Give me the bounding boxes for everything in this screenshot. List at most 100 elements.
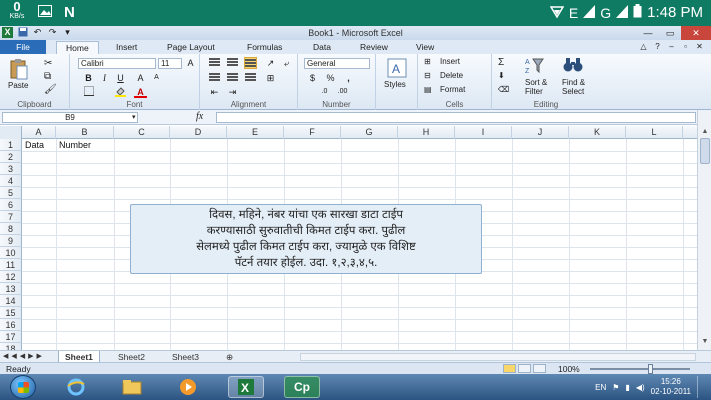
orientation-icon[interactable]: ↗ — [264, 57, 277, 69]
row-header-18[interactable]: 18 — [0, 343, 22, 350]
tab-data[interactable]: Data — [313, 41, 331, 54]
captivate-taskbar-button[interactable]: Cp — [284, 376, 320, 398]
increase-indent-icon[interactable]: ⇥ — [226, 86, 239, 98]
grow-font-icon[interactable]: A — [184, 57, 197, 69]
align-top-icon[interactable] — [208, 57, 221, 69]
font-name-combo[interactable]: Calibri — [78, 58, 156, 69]
normal-view-button[interactable] — [503, 364, 516, 373]
decrease-decimal-icon[interactable]: .00 — [336, 86, 349, 98]
close-button[interactable]: ✕ — [681, 26, 711, 40]
merge-center-icon[interactable]: ⊞ — [264, 72, 277, 84]
minimize-ribbon-icon[interactable]: △ — [638, 41, 649, 52]
page-layout-view-button[interactable] — [518, 364, 531, 373]
borders-icon[interactable] — [82, 86, 95, 98]
column-header-a[interactable]: A — [22, 126, 56, 139]
align-bottom-icon[interactable] — [244, 57, 257, 69]
tab-file[interactable]: File — [0, 40, 46, 54]
column-header-i[interactable]: I — [455, 126, 512, 139]
vertical-scroll-thumb[interactable] — [700, 138, 710, 164]
tab-formulas[interactable]: Formulas — [247, 41, 282, 54]
column-header-b[interactable]: B — [56, 126, 114, 139]
row-header-7[interactable]: 7 — [0, 211, 22, 223]
autosum-icon[interactable]: Σ — [498, 57, 504, 68]
font-color-icon[interactable]: A — [134, 86, 147, 98]
column-header-h[interactable]: H — [398, 126, 455, 139]
cut-icon[interactable]: ✂ — [44, 58, 52, 69]
row-header-10[interactable]: 10 — [0, 247, 22, 259]
row-header-16[interactable]: 16 — [0, 319, 22, 331]
horizontal-scrollbar[interactable] — [300, 353, 696, 361]
row-header-12[interactable]: 12 — [0, 271, 22, 283]
ie-icon[interactable] — [58, 376, 94, 398]
column-header-c[interactable]: C — [114, 126, 170, 139]
row-header-4[interactable]: 4 — [0, 175, 22, 187]
doc-close-icon[interactable]: ✕ — [694, 41, 705, 52]
zoom-slider-knob[interactable] — [648, 364, 653, 374]
column-header-j[interactable]: J — [512, 126, 569, 139]
clear-icon[interactable]: ⌫ — [498, 85, 509, 94]
row-header-6[interactable]: 6 — [0, 199, 22, 211]
taskbar-clock[interactable]: 15:26 02-10-2011 — [651, 377, 691, 397]
column-header-e[interactable]: E — [227, 126, 284, 139]
page-break-view-button[interactable] — [533, 364, 546, 373]
format-painter-icon[interactable]: 🖌 — [44, 84, 57, 95]
scroll-up-arrow-icon[interactable]: ▲ — [699, 126, 711, 138]
styles-button[interactable]: Styles — [384, 80, 406, 89]
tray-network-icon[interactable]: ▮ — [625, 383, 629, 392]
italic-button[interactable]: I — [98, 72, 111, 84]
cell-a1[interactable]: Data — [22, 139, 44, 151]
grow-font-size-icon[interactable]: A — [134, 72, 147, 84]
format-cells-button[interactable]: Format — [440, 85, 465, 94]
tab-page-layout[interactable]: Page Layout — [167, 41, 215, 54]
decrease-indent-icon[interactable]: ⇤ — [208, 86, 221, 98]
tab-view[interactable]: View — [416, 41, 434, 54]
column-header-l[interactable]: L — [626, 126, 683, 139]
zoom-slider[interactable] — [590, 368, 690, 370]
maximize-button[interactable]: ▭ — [659, 26, 681, 40]
underline-button[interactable]: U — [114, 72, 127, 84]
number-format-combo[interactable]: General — [304, 58, 370, 69]
tray-volume-icon[interactable]: ◀) — [636, 383, 645, 392]
row-header-2[interactable]: 2 — [0, 151, 22, 163]
column-header-d[interactable]: D — [170, 126, 227, 139]
excel-taskbar-icon[interactable]: X — [228, 376, 264, 398]
wrap-text-icon[interactable]: ⤶ — [280, 57, 293, 69]
delete-cells-button[interactable]: Delete — [440, 71, 463, 80]
explorer-icon[interactable] — [114, 376, 150, 398]
bold-button[interactable]: B — [82, 72, 95, 84]
align-right-icon[interactable] — [244, 72, 257, 84]
column-header-g[interactable]: G — [341, 126, 398, 139]
minimize-button[interactable]: — — [637, 26, 659, 40]
align-center-icon[interactable] — [226, 72, 239, 84]
insert-function-icon[interactable]: fx — [196, 111, 203, 122]
row-header-1[interactable]: 1 — [0, 139, 22, 151]
doc-restore-icon[interactable]: ▫ — [680, 41, 691, 52]
row-header-15[interactable]: 15 — [0, 307, 22, 319]
percent-style-icon[interactable]: % — [324, 72, 337, 84]
increase-decimal-icon[interactable]: .0 — [318, 86, 331, 98]
row-header-17[interactable]: 17 — [0, 331, 22, 343]
find-select-button[interactable]: Find & Select — [562, 78, 585, 96]
name-box[interactable]: B9 — [2, 112, 138, 123]
font-size-combo[interactable]: 11 — [158, 58, 182, 69]
copy-icon[interactable]: ⧉ — [44, 71, 51, 82]
tab-home[interactable]: Home — [56, 41, 99, 54]
row-header-5[interactable]: 5 — [0, 187, 22, 199]
language-indicator[interactable]: EN — [595, 383, 606, 392]
binoculars-icon[interactable] — [562, 56, 584, 78]
media-player-icon[interactable] — [170, 376, 206, 398]
tab-review[interactable]: Review — [360, 41, 388, 54]
accounting-format-icon[interactable]: $ — [306, 72, 319, 84]
select-all-corner[interactable] — [0, 126, 22, 139]
fill-icon[interactable]: ⬇ — [498, 71, 505, 80]
row-header-13[interactable]: 13 — [0, 283, 22, 295]
cell-b1[interactable]: Number — [56, 139, 91, 151]
fill-color-icon[interactable] — [114, 86, 127, 98]
row-header-9[interactable]: 9 — [0, 235, 22, 247]
sort-filter-button[interactable]: Sort & Filter — [525, 78, 547, 96]
row-header-14[interactable]: 14 — [0, 295, 22, 307]
row-header-8[interactable]: 8 — [0, 223, 22, 235]
align-middle-icon[interactable] — [226, 57, 239, 69]
show-desktop-button[interactable] — [697, 376, 705, 398]
column-header-f[interactable]: F — [284, 126, 341, 139]
